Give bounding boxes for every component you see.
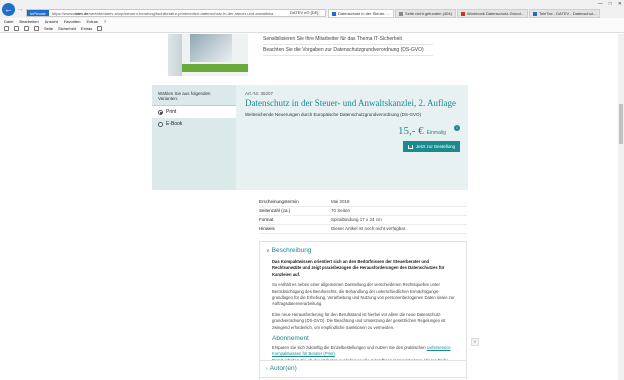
radio-icon[interactable] [158, 121, 163, 127]
price-note: Einmalig [426, 130, 446, 136]
command-bar: Seite Sicherheit Extras [0, 25, 624, 33]
browser-titlebar: ← → InPrivate https://www.datev.de/web/d… [0, 0, 624, 18]
radio-selected-icon[interactable] [158, 109, 163, 115]
tab-not-found[interactable]: Seite nicht gefunden (404) [395, 9, 456, 18]
feature-item: Beachten Sie die Vorgaben zur Datenschut… [263, 45, 433, 56]
table-row: Hinweis Dieser Artikel ist noch nicht ver… [259, 225, 467, 234]
authors-toggle[interactable]: › Autor(en) [266, 365, 460, 372]
back-button[interactable]: ← [2, 3, 15, 16]
ssl-indicator[interactable]: DATEV eG [DE] [288, 10, 321, 16]
window-controls: — □ ✕ [598, 1, 622, 7]
page-favicon-icon [460, 11, 465, 16]
tab-workbook[interactable]: Workbook Datenschutz-Grund... [456, 9, 529, 18]
article-number: Art.-Nr. 35207 [245, 91, 274, 96]
toolbar-sicherheit[interactable]: Sicherheit [58, 25, 76, 33]
help-icon[interactable] [97, 26, 103, 31]
description-toggle[interactable]: ∨ Beschreibung [266, 247, 460, 254]
product-cover-image [168, 34, 248, 76]
url-text[interactable]: https://www.datev.de/web/de/datev-shop/s… [49, 11, 325, 16]
tab-teletax[interactable]: TeleTax - DATEV - Datenschut... [529, 9, 601, 18]
table-row: Seitenzahl (ca.) 70 Seiten [259, 207, 467, 216]
menu-datei[interactable]: Datei [4, 18, 13, 25]
feature-list: Sensibilisieren Sie Ihre Mitarbeiter für… [263, 34, 433, 56]
description-intro: Das Kompaktwissen orientiert sich an den… [272, 259, 445, 277]
page-scrollbar[interactable] [618, 34, 624, 380]
price: 15,- € Einmalig [398, 125, 446, 137]
address-bar[interactable]: InPrivate https://www.datev.de/web/de/da… [26, 9, 326, 17]
subscription-heading: Abonnement [272, 335, 309, 343]
description-paragraph: Eine neue Herausforderung für den Berufs… [272, 311, 446, 330]
scrollbar-thumb[interactable] [619, 104, 623, 144]
order-button[interactable]: Jetzt zur Bestellung [403, 141, 460, 152]
inprivate-badge: InPrivate [27, 10, 49, 16]
toolbar-extras[interactable]: Extras [81, 25, 92, 33]
tab-strip: Datenschutz in der Steuer- ... Seite nic… [328, 9, 601, 18]
info-icon[interactable]: i [454, 125, 460, 131]
authors-section: › Autor(en) [259, 360, 467, 378]
product-title: Datenschutz in der Steuer- und Anwaltska… [245, 98, 457, 108]
datev-favicon-icon [332, 11, 336, 16]
chevron-down-icon: ∨ [266, 247, 270, 254]
scroll-to-top-button[interactable]: ˄ [471, 338, 479, 346]
variant-ebook[interactable]: E-Book [152, 118, 236, 130]
print-icon[interactable] [34, 26, 39, 31]
product-details-table: Erscheinungstermin Mai 2018 Seitenzahl (c… [259, 198, 467, 234]
tab-datenschutz[interactable]: Datenschutz in der Steuer- ... [328, 9, 395, 18]
feeds-icon[interactable] [14, 26, 19, 31]
forward-button[interactable]: → [16, 6, 24, 14]
menu-bearbeiten[interactable]: Bearbeiten [19, 18, 38, 25]
minimize-icon[interactable]: — [598, 1, 603, 7]
description-paragraph: So enthält es neben einer allgemeinen Da… [272, 282, 455, 307]
cart-icon [407, 144, 413, 149]
variant-heading: Wählen Sie aus folgenden Varianten: [152, 85, 236, 106]
product-subtitle: Weitreichende Neuerungen durch Europäisc… [245, 112, 422, 117]
table-row: Erscheinungstermin Mai 2018 [259, 198, 467, 207]
web-page: Sensibilisieren Sie Ihre Mitarbeiter für… [0, 34, 618, 380]
menu-help[interactable]: ? [104, 18, 106, 25]
maximize-icon[interactable]: □ [609, 1, 612, 7]
home-icon[interactable] [4, 26, 9, 31]
feature-item: Sensibilisieren Sie Ihre Mitarbeiter für… [263, 34, 433, 45]
table-row: Format Spiralbindung 17 x 24 cm [259, 216, 467, 225]
variant-selector: Wählen Sie aus folgenden Varianten: Prin… [152, 85, 236, 190]
toolbar-seite[interactable]: Seite [44, 25, 53, 33]
product-summary: Art.-Nr. 35207 Datenschutz in der Steuer… [236, 85, 468, 190]
chevron-right-icon: › [266, 365, 268, 372]
page-favicon-icon [533, 11, 538, 16]
page-favicon-icon [399, 11, 404, 16]
price-amount: 15,- € [398, 125, 424, 137]
menu-bar: Datei Bearbeiten Ansicht Favoriten Extra… [0, 18, 624, 25]
close-icon[interactable]: ✕ [618, 1, 622, 7]
mail-icon[interactable] [24, 26, 29, 31]
variant-print[interactable]: Print [152, 106, 236, 118]
